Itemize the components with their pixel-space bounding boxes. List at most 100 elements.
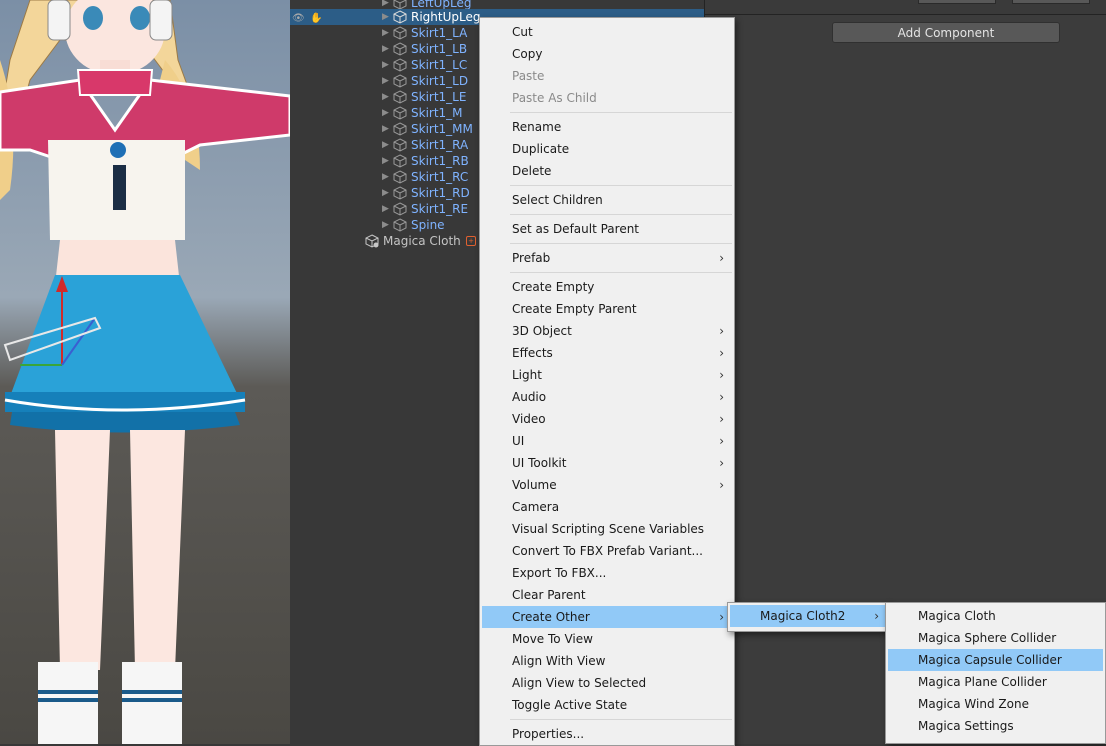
chevron-right-icon: ›	[719, 324, 724, 338]
menu-item-create-other[interactable]: Create Other ›	[482, 606, 732, 628]
menu-item-light[interactable]: Light ›	[482, 364, 732, 386]
menu-item-magica-cloth2[interactable]: Magica Cloth2 ›	[730, 605, 887, 627]
menu-item-prefab[interactable]: Prefab ›	[482, 247, 732, 269]
menu-item-delete[interactable]: Delete	[482, 160, 732, 182]
menu-item-volume[interactable]: Volume ›	[482, 474, 732, 496]
menu-item-label: Clear Parent	[512, 588, 586, 602]
menu-item-duplicate[interactable]: Duplicate	[482, 138, 732, 160]
menu-item-label: Create Empty Parent	[512, 302, 637, 316]
chevron-right-icon: ›	[719, 390, 724, 404]
menu-item-label: Magica Settings	[918, 719, 1014, 733]
expand-arrow-icon[interactable]: ▶	[382, 105, 389, 121]
menu-separator	[510, 719, 732, 720]
menu-item-magica-plane-collider[interactable]: Magica Plane Collider	[888, 671, 1103, 693]
menu-item-label: Visual Scripting Scene Variables	[512, 522, 705, 536]
menu-item-rename[interactable]: Rename	[482, 116, 732, 138]
menu-item-label: Magica Sphere Collider	[918, 631, 1057, 645]
menu-item-clear-parent[interactable]: Clear Parent	[482, 584, 732, 606]
toolbar-button[interactable]	[918, 0, 996, 4]
menu-item-label: Select Children	[512, 193, 603, 207]
expand-arrow-icon[interactable]: ▶	[382, 137, 389, 153]
menu-item-label: UI Toolkit	[512, 456, 567, 470]
expand-arrow-icon[interactable]: ▶	[382, 201, 389, 217]
hierarchy-item-label: Skirt1_LE	[411, 90, 467, 104]
expand-arrow-icon[interactable]: ▶	[382, 89, 389, 105]
expand-arrow-icon[interactable]: ▶	[382, 73, 389, 89]
hierarchy-item-label: Skirt1_LB	[411, 42, 468, 56]
chevron-right-icon: ›	[719, 456, 724, 470]
menu-item-paste-as-child: Paste As Child	[482, 87, 732, 109]
menu-item-ui-toolkit[interactable]: UI Toolkit ›	[482, 452, 732, 474]
submenu-magica-cloth2: Magica Cloth Magica Sphere Collider Magica…	[885, 602, 1106, 744]
hierarchy-item-label: Skirt1_RB	[411, 154, 469, 168]
menu-item-effects[interactable]: Effects ›	[482, 342, 732, 364]
menu-item-camera[interactable]: Camera	[482, 496, 732, 518]
menu-separator	[510, 272, 732, 273]
menu-item-label: Export To FBX...	[512, 566, 607, 580]
chevron-right-icon: ›	[719, 251, 724, 265]
cube-icon	[393, 10, 407, 24]
menu-separator	[510, 112, 732, 113]
submenu-create-other: Magica Cloth2 ›	[727, 602, 890, 632]
expand-arrow-icon[interactable]: ▶	[382, 217, 389, 233]
menu-item-label: Magica Cloth	[918, 609, 996, 623]
menu-item-align-with-view[interactable]: Align With View	[482, 650, 732, 672]
expand-arrow-icon[interactable]: ▶	[382, 169, 389, 185]
expand-arrow-icon[interactable]: ▶	[382, 185, 389, 201]
menu-item-label: Delete	[512, 164, 552, 178]
menu-item-toggle-active-state[interactable]: Toggle Active State	[482, 694, 732, 716]
menu-item-audio[interactable]: Audio ›	[482, 386, 732, 408]
menu-item-label: Magica Capsule Collider	[918, 653, 1062, 667]
add-component-button[interactable]: Add Component	[832, 22, 1060, 43]
menu-item-magica-cloth[interactable]: Magica Cloth	[888, 605, 1103, 627]
cube-icon	[393, 58, 407, 72]
cube-icon	[393, 74, 407, 88]
menu-item-set-as-default-parent[interactable]: Set as Default Parent	[482, 218, 732, 240]
menu-item-align-view-to-selected[interactable]: Align View to Selected	[482, 672, 732, 694]
hand-icon[interactable]: ✋	[310, 11, 322, 24]
expand-arrow-icon[interactable]: ▶	[382, 121, 389, 137]
menu-item-select-children[interactable]: Select Children	[482, 189, 732, 211]
menu-item-create-empty[interactable]: Create Empty	[482, 276, 732, 298]
menu-item-export-to-fbx[interactable]: Export To FBX...	[482, 562, 732, 584]
menu-item-label: Effects	[512, 346, 553, 360]
expand-arrow-icon[interactable]: ▶	[382, 57, 389, 73]
expand-arrow-icon[interactable]: ▶	[382, 9, 389, 25]
eye-icon[interactable]: 👁	[292, 11, 305, 24]
menu-item-visual-scripting-scene-variables[interactable]: Visual Scripting Scene Variables	[482, 518, 732, 540]
hierarchy-item-label: RightUpLeg	[411, 10, 481, 24]
cube-icon	[393, 90, 407, 104]
menu-item-create-empty-parent[interactable]: Create Empty Parent	[482, 298, 732, 320]
toolbar-button[interactable]	[1012, 0, 1090, 4]
expand-arrow-icon[interactable]: ▶	[382, 153, 389, 169]
hierarchy-item-label: Skirt1_RC	[411, 170, 469, 184]
menu-item-ui[interactable]: UI ›	[482, 430, 732, 452]
cube-icon	[393, 26, 407, 40]
menu-item-magica-wind-zone[interactable]: Magica Wind Zone	[888, 693, 1103, 715]
hierarchy-item-label: Skirt1_RA	[411, 138, 469, 152]
cube-icon	[393, 218, 407, 232]
menu-item-magica-capsule-collider[interactable]: Magica Capsule Collider	[888, 649, 1103, 671]
menu-item-copy[interactable]: Copy	[482, 43, 732, 65]
menu-item-properties[interactable]: Properties...	[482, 723, 732, 745]
menu-item-label: Magica Wind Zone	[918, 697, 1029, 711]
expand-arrow-icon[interactable]: ▶	[382, 25, 389, 41]
menu-item-magica-settings[interactable]: Magica Settings	[888, 715, 1103, 737]
chevron-right-icon: ›	[719, 368, 724, 382]
menu-item-3d-object[interactable]: 3D Object ›	[482, 320, 732, 342]
expand-arrow-icon[interactable]: ▶	[382, 41, 389, 57]
menu-item-label: Magica Plane Collider	[918, 675, 1047, 689]
menu-item-magica-sphere-collider[interactable]: Magica Sphere Collider	[888, 627, 1103, 649]
scene-view[interactable]	[0, 0, 290, 744]
menu-item-label: Create Empty	[512, 280, 595, 294]
menu-item-move-to-view[interactable]: Move To View	[482, 628, 732, 650]
menu-item-label: Duplicate	[512, 142, 570, 156]
chevron-right-icon: ›	[874, 609, 879, 623]
hierarchy-item-label: Skirt1_LD	[411, 74, 469, 88]
menu-item-convert-to-fbx-prefab-variant[interactable]: Convert To FBX Prefab Variant...	[482, 540, 732, 562]
hierarchy-item-label: Skirt1_MM	[411, 122, 473, 136]
menu-item-cut[interactable]: Cut	[482, 21, 732, 43]
cube-icon	[393, 170, 407, 184]
menu-item-video[interactable]: Video ›	[482, 408, 732, 430]
cube-icon	[393, 106, 407, 120]
